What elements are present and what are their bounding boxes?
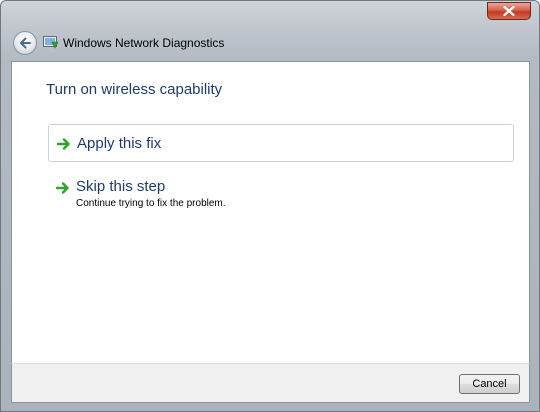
skip-step-description: Continue trying to fix the problem. [76,198,226,209]
title-bar[interactable]: Windows Network Diagnostics [1,1,539,61]
green-arrow-icon [56,182,69,194]
content-panel: Turn on wireless capability Apply this f… [11,61,530,363]
network-diagnostics-icon [43,36,59,49]
close-x-icon [503,6,515,16]
page-heading: Turn on wireless capability [46,81,223,98]
apply-fix-option[interactable]: Apply this fix [48,124,514,162]
green-arrow-icon [57,138,70,150]
skip-step-label: Skip this step [76,178,166,195]
back-button[interactable] [13,31,37,55]
cancel-button[interactable]: Cancel [459,374,520,394]
dialog-window: Windows Network Diagnostics Turn on wire… [0,0,540,412]
skip-step-option[interactable]: Skip this step Continue trying to fix th… [48,174,514,214]
back-arrow-icon [20,37,31,49]
apply-fix-label: Apply this fix [77,135,162,152]
window-title: Windows Network Diagnostics [63,36,225,50]
close-button[interactable] [487,2,531,20]
dialog-footer: Cancel [11,363,530,403]
